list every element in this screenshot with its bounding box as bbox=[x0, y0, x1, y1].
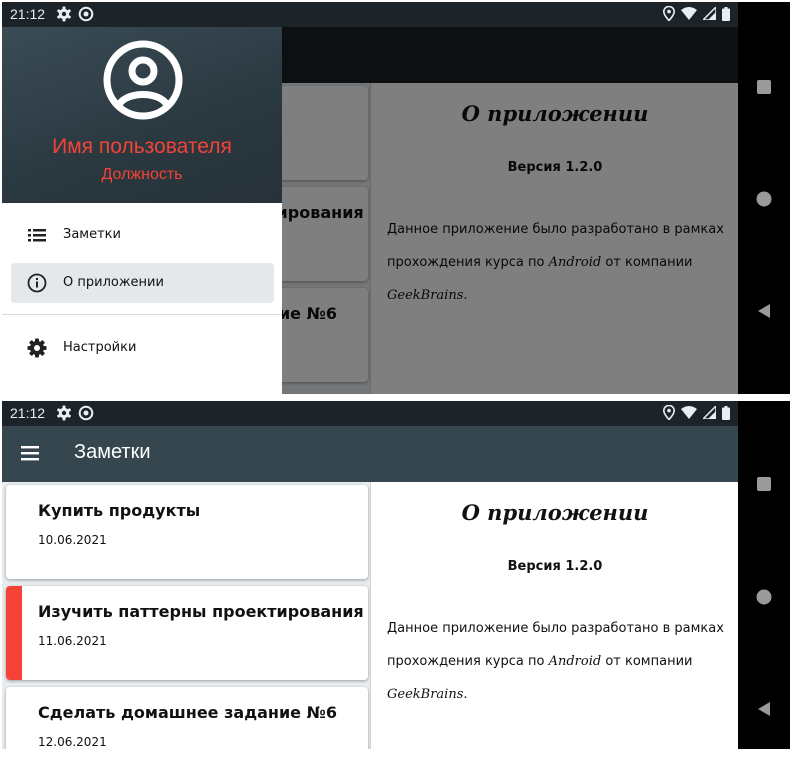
user-name: Имя пользователя bbox=[52, 135, 232, 158]
battery-icon bbox=[722, 405, 730, 420]
about-version: Версия 1.2.0 bbox=[507, 559, 603, 574]
app-bar: Заметки bbox=[2, 426, 738, 482]
drawer-item-label: Настройки bbox=[63, 340, 137, 355]
main-content: Заметки Купить продукты 10.06.2021 Изучи… bbox=[2, 401, 738, 749]
drawer-item-about[interactable]: О приложении bbox=[11, 263, 274, 303]
user-position: Должность bbox=[101, 166, 183, 183]
wifi-icon bbox=[681, 7, 697, 20]
note-date: 11.06.2021 bbox=[38, 634, 107, 648]
status-bar: 21:12 bbox=[2, 401, 738, 426]
back-button-icon[interactable] bbox=[755, 700, 773, 718]
gear-icon bbox=[57, 405, 71, 421]
battery-icon bbox=[722, 6, 730, 21]
info-icon bbox=[27, 273, 47, 293]
status-icons bbox=[663, 6, 730, 21]
about-panel: О приложении Версия 1.2.0 Данное приложе… bbox=[370, 482, 738, 749]
notes-list: Купить продукты 10.06.2021 Изучить патте… bbox=[2, 482, 370, 749]
status-time: 21:12 bbox=[10, 6, 46, 22]
app-bar-title: Заметки bbox=[74, 441, 151, 463]
note-title: Купить продукты bbox=[38, 501, 201, 520]
location-icon bbox=[663, 6, 675, 21]
recents-button-icon[interactable] bbox=[755, 78, 773, 96]
drawer-item-label: Заметки bbox=[63, 227, 121, 242]
system-nav-bar bbox=[738, 2, 790, 394]
system-nav-bar bbox=[738, 401, 790, 749]
note-title: Изучить паттерны проектирования bbox=[38, 602, 364, 621]
note-priority-stripe bbox=[6, 586, 22, 680]
menu-hamburger-icon[interactable] bbox=[20, 444, 42, 462]
account-circle-icon bbox=[103, 40, 183, 120]
drawer-item-notes[interactable]: Заметки bbox=[11, 215, 274, 255]
note-title: Сделать домашнее задание №6 bbox=[38, 703, 337, 722]
wifi-icon bbox=[681, 406, 697, 419]
gear-icon bbox=[57, 6, 71, 22]
note-card[interactable]: Купить продукты 10.06.2021 bbox=[6, 485, 368, 579]
list-icon bbox=[28, 229, 46, 242]
drawer-divider bbox=[2, 314, 282, 315]
drawer-item-label: О приложении bbox=[63, 275, 164, 290]
status-bar: 21:12 bbox=[2, 2, 738, 27]
note-date: 10.06.2021 bbox=[38, 533, 107, 547]
status-time: 21:12 bbox=[10, 405, 46, 421]
sync-icon bbox=[78, 6, 94, 22]
status-icons bbox=[663, 405, 730, 420]
cell-signal-icon bbox=[703, 7, 716, 20]
home-button-icon[interactable] bbox=[755, 588, 773, 606]
navigation-drawer: Имя пользователя Должность Заметки О при… bbox=[2, 27, 282, 394]
note-card[interactable]: Сделать домашнее задание №6 12.06.2021 bbox=[6, 687, 368, 749]
note-card[interactable]: Изучить паттерны проектирования 11.06.20… bbox=[6, 586, 368, 680]
screen-drawer-open: Купить продукты 10.06.2021 Изучить патте… bbox=[2, 2, 790, 394]
cell-signal-icon bbox=[703, 406, 716, 419]
location-icon bbox=[663, 405, 675, 420]
drawer-header: Имя пользователя Должность bbox=[2, 27, 282, 203]
settings-icon bbox=[27, 338, 47, 358]
home-button-icon[interactable] bbox=[755, 190, 773, 208]
recents-button-icon[interactable] bbox=[755, 475, 773, 493]
screen-notes-main: Заметки Купить продукты 10.06.2021 Изучи… bbox=[2, 401, 790, 749]
back-button-icon[interactable] bbox=[755, 302, 773, 320]
about-title: О приложении bbox=[461, 500, 649, 525]
about-description: Данное приложение было разработано в рам… bbox=[387, 621, 724, 702]
drawer-item-settings[interactable]: Настройки bbox=[11, 328, 274, 368]
sync-icon bbox=[78, 405, 94, 421]
note-date: 12.06.2021 bbox=[38, 735, 107, 749]
